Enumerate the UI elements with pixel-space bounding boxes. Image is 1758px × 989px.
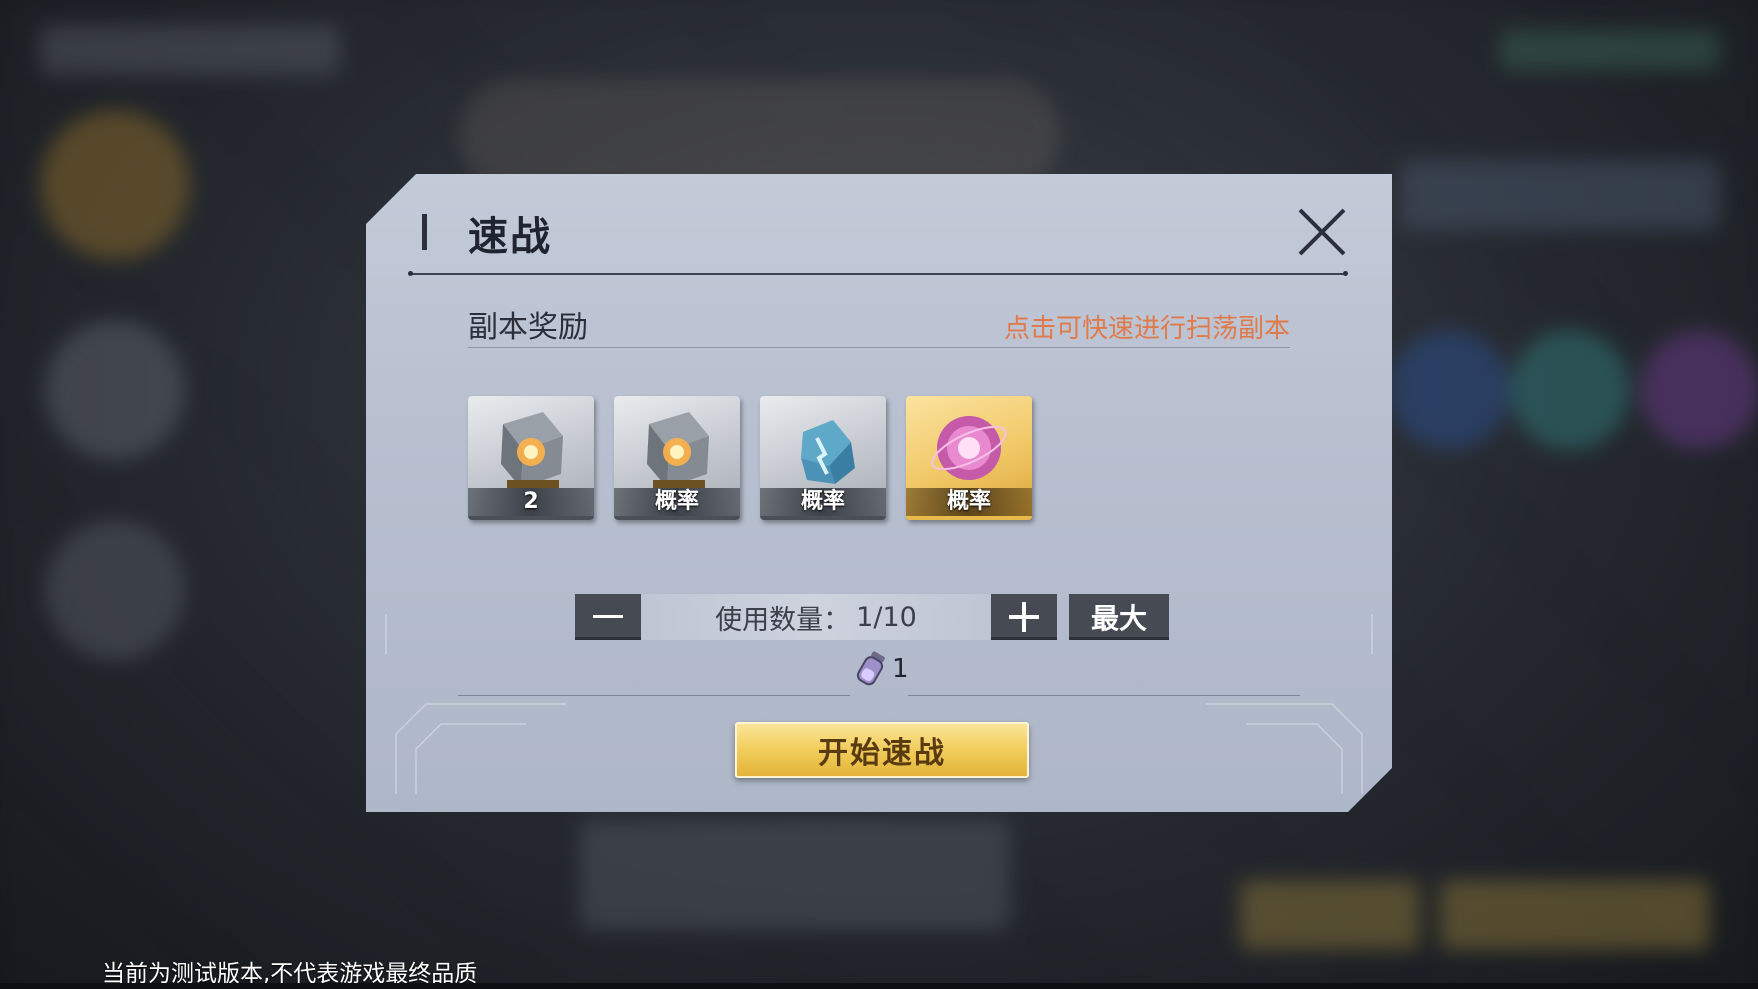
bg-rect	[1240, 880, 1420, 950]
reward-item[interactable]: 概率	[906, 396, 1032, 520]
cost-divider-left	[458, 695, 850, 696]
bg-blob	[1640, 330, 1758, 450]
decrease-button[interactable]	[575, 594, 641, 640]
bg-blob	[40, 110, 190, 260]
reward-list: 2 概率 概率 概率	[468, 396, 1032, 520]
quantity-value: 1/10	[856, 601, 917, 633]
ember-cube-icon	[501, 412, 563, 488]
reward-item[interactable]: 概率	[614, 396, 740, 520]
reward-section-title: 副本奖励	[468, 310, 588, 345]
bg-rect	[1500, 30, 1720, 70]
bg-rect	[1400, 160, 1720, 230]
quantity-label: 使用数量：	[715, 604, 851, 636]
reward-label: 概率	[614, 488, 740, 516]
start-quick-battle-button[interactable]: 开始速战	[735, 722, 1029, 778]
quick-battle-dialog: 速战 副本奖励 点击可快速进行扫荡副本 2 概率 概率 概率 使用数量： 1/1…	[366, 174, 1392, 812]
reward-label: 2	[468, 488, 594, 516]
sweep-hint-link[interactable]: 点击可快速进行扫荡副本	[1004, 308, 1290, 345]
ember-cube-icon	[647, 412, 709, 488]
plus-icon	[1009, 602, 1039, 632]
reward-label: 概率	[760, 488, 886, 516]
title-accent-bar	[422, 214, 427, 250]
close-icon	[1298, 208, 1346, 256]
reward-label: 概率	[906, 488, 1032, 516]
section-divider	[468, 347, 1290, 348]
cost-amount: 1	[892, 654, 909, 684]
bg-rect	[1440, 880, 1710, 950]
reward-item[interactable]: 2	[468, 396, 594, 520]
blue-crystal-icon	[801, 420, 855, 484]
bg-blob	[45, 320, 185, 460]
stamina-vial-icon	[856, 651, 885, 686]
bg-rect	[580, 820, 1010, 930]
max-button[interactable]: 最大	[1069, 594, 1169, 640]
bg-rect	[40, 25, 340, 75]
cost-display: 1	[854, 650, 909, 688]
bottom-strip	[0, 983, 1758, 989]
bg-blob	[1510, 330, 1630, 450]
cost-divider-right	[908, 695, 1300, 696]
minus-icon	[593, 615, 623, 618]
increase-button[interactable]	[991, 594, 1057, 640]
bg-blob	[45, 520, 185, 660]
bg-blob	[1390, 330, 1510, 450]
pink-orb-icon	[931, 416, 1007, 480]
title-divider	[408, 271, 1348, 276]
quantity-display: 使用数量： 1/10	[641, 594, 991, 640]
dialog-title: 速战	[468, 214, 552, 260]
bg-rect	[460, 80, 1060, 190]
quantity-stepper: 使用数量： 1/10 最大	[575, 594, 1169, 640]
close-button[interactable]	[1296, 206, 1348, 258]
reward-item[interactable]: 概率	[760, 396, 886, 520]
